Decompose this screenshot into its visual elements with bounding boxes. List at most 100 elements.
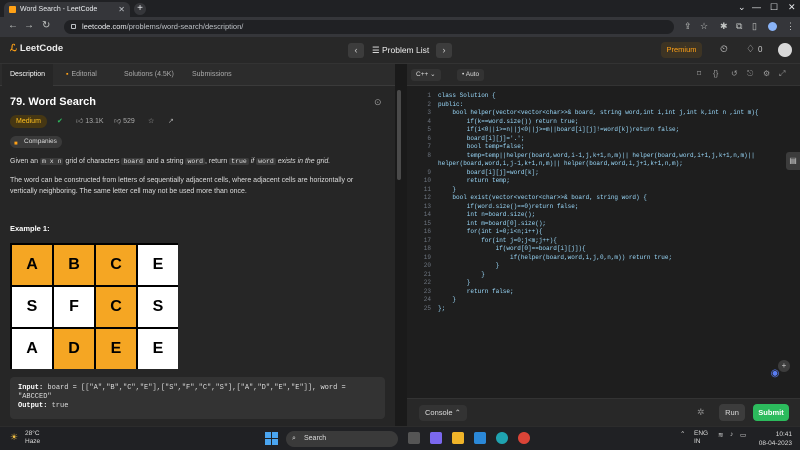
chat-bubble-icon[interactable]: ◉ xyxy=(766,368,784,382)
close-window-icon[interactable]: ✕ xyxy=(788,2,796,13)
auto-mode-toggle[interactable]: • Auto xyxy=(457,69,485,81)
windows-taskbar: ☀ 28°C Haze ⌕ Search ⌃ ENG IN ≋ ♪ ▭ 10:41 08… xyxy=(0,426,800,450)
task-view-icon[interactable] xyxy=(408,432,420,444)
desc-text: exists in the grid. xyxy=(275,158,331,165)
grid-cell: C xyxy=(96,287,136,327)
back-icon[interactable]: ← xyxy=(8,20,18,31)
code-text: }; xyxy=(438,304,446,312)
debug-icon[interactable]: ✲ xyxy=(697,407,705,418)
settings-gear-icon[interactable]: ⚙ xyxy=(763,69,770,78)
favorite-star-icon[interactable]: ☆ xyxy=(148,115,154,128)
premium-button[interactable]: Premium xyxy=(661,42,702,58)
leetcode-logo[interactable]: ℒ LeetCode xyxy=(10,43,63,54)
info-icon[interactable]: ⊙ xyxy=(374,97,382,108)
line-number: 11 xyxy=(423,185,431,193)
code-text: if(word.size()==0)return false; xyxy=(438,202,579,210)
menu-kebab-icon[interactable]: ⋮ xyxy=(786,21,795,32)
profile-avatar-icon[interactable] xyxy=(768,22,777,31)
code-line: 10 return temp; xyxy=(407,177,800,186)
tab-editorial[interactable]: ▪ Editorial xyxy=(58,64,105,86)
side-drawer-button[interactable]: ▤ xyxy=(786,152,800,170)
sidepanel-icon[interactable]: ▯ xyxy=(752,21,757,32)
input-label: Input: xyxy=(18,384,44,392)
minimize-icon[interactable]: — xyxy=(752,2,761,12)
line-number: 13 xyxy=(423,202,431,210)
bookmark-icon[interactable]: ⌑ xyxy=(697,69,701,78)
store-icon[interactable] xyxy=(474,432,486,444)
windows-start-icon[interactable] xyxy=(265,432,278,445)
shortcut-icon[interactable]: ⎋ xyxy=(747,69,753,79)
leetcode-header: ℒ LeetCode ‹ ☰ Problem List › Premium ⏲ ♢… xyxy=(0,37,800,64)
line-number: 16 xyxy=(423,228,431,235)
code-line: 13 if(word.size()==0)return false; xyxy=(407,203,800,212)
tab-description[interactable]: Description xyxy=(2,64,54,86)
run-button[interactable]: Run xyxy=(719,404,745,421)
companies-label: Companies xyxy=(24,138,57,145)
reset-icon[interactable]: ↺ xyxy=(731,69,738,78)
url-input[interactable]: leetcode.com/problems/word-search/descri… xyxy=(64,20,674,34)
code-line: 8 temp=temp||helper(board,word,i-1,j,k+1… xyxy=(407,152,800,161)
submit-button[interactable]: Submit xyxy=(753,404,789,421)
teams-icon[interactable] xyxy=(430,432,442,444)
chevron-down-icon[interactable]: ⌄ xyxy=(738,2,746,13)
points-icon[interactable]: ♢ xyxy=(746,44,755,55)
system-tray[interactable]: ⌃ ENG IN ≋ ♪ ▭ xyxy=(680,430,746,445)
code-text: public: xyxy=(438,100,464,108)
code-line: 25}; xyxy=(407,305,800,314)
share-icon[interactable]: ⇪ xyxy=(684,21,692,32)
line-number: 17 xyxy=(423,236,431,244)
region-text: IN xyxy=(694,438,701,445)
code-line: 20 } xyxy=(407,262,800,271)
chrome-icon[interactable] xyxy=(518,432,530,444)
next-problem-button[interactable]: › xyxy=(436,43,452,58)
console-button[interactable]: Console ⌃ xyxy=(419,405,467,421)
grid-cell: E xyxy=(96,329,136,369)
code-text: } xyxy=(438,270,485,278)
code-text: bool helper(vector<vector<char>>& board,… xyxy=(438,109,759,116)
expand-icon[interactable]: ⤢ xyxy=(779,69,785,79)
chevron-up-icon: ⌃ xyxy=(454,408,461,417)
language-select[interactable]: C++ ⌄ xyxy=(411,69,441,81)
braces-icon[interactable]: {} xyxy=(713,69,718,78)
puzzle-icon[interactable]: ⧉ xyxy=(736,21,742,32)
description-scrollbar[interactable] xyxy=(397,90,401,180)
browser-tab[interactable]: Word Search - LeetCode ✕ xyxy=(4,2,130,17)
search-label: Search xyxy=(304,435,327,442)
file-explorer-icon[interactable] xyxy=(452,432,464,444)
code-line: 18 if(word[0]==board[i][j]){ xyxy=(407,245,800,254)
bookmark-star-icon[interactable]: ☆ xyxy=(700,21,708,32)
close-tab-icon[interactable]: ✕ xyxy=(118,2,125,17)
reload-icon[interactable]: ↻ xyxy=(42,20,50,31)
prev-problem-button[interactable]: ‹ xyxy=(348,43,364,58)
code-line: helper(board,word,i,j-1,k+1,n,m)|| helpe… xyxy=(407,160,800,169)
chevron-up-icon: ⌃ xyxy=(680,431,686,438)
line-number: 23 xyxy=(423,287,431,295)
share-icon[interactable]: ↗ xyxy=(168,115,174,128)
edge-icon[interactable] xyxy=(496,432,508,444)
desc-text: , return xyxy=(205,158,230,165)
grid-cell: B xyxy=(54,245,94,285)
maximize-icon[interactable]: ☐ xyxy=(770,2,778,13)
language-indicator[interactable]: ENG IN xyxy=(694,430,708,446)
code-area[interactable]: 1 class Solution {2 public: 3 bool helper(v… xyxy=(407,88,800,358)
description-panel: Description ▪ Editorial Solutions (4.5K) … xyxy=(0,64,395,426)
code-line: 14 int n=board.size(); xyxy=(407,211,800,220)
new-tab-button[interactable]: + xyxy=(134,3,146,15)
lock-icon: ■ xyxy=(14,141,18,147)
example-title: Example 1: xyxy=(10,224,50,233)
companies-tag[interactable]: ■ Companies xyxy=(10,136,62,148)
like-button[interactable]: 👍︎ 13.1K xyxy=(76,115,104,128)
tab-solutions[interactable]: Solutions (4.5K) xyxy=(116,64,182,86)
timer-icon[interactable]: ⏲ xyxy=(720,44,728,55)
code-line: 12 bool exist(vector<vector<char>>& boar… xyxy=(407,194,800,203)
extension-icon[interactable]: ✱ xyxy=(720,21,728,32)
dislike-button[interactable]: 👎︎ 529 xyxy=(114,115,135,128)
problem-list-button[interactable]: ☰ Problem List xyxy=(372,45,429,56)
forward-icon[interactable]: → xyxy=(24,20,34,31)
avatar[interactable] xyxy=(778,43,792,57)
code-text: bool exist(vector<vector<char>>& board, … xyxy=(438,194,647,201)
taskbar-search[interactable]: ⌕ Search xyxy=(286,431,398,447)
clock[interactable]: 10:41 08-04-2023 xyxy=(752,430,792,448)
line-number: 4 xyxy=(427,117,431,125)
tab-submissions[interactable]: Submissions xyxy=(184,64,240,86)
